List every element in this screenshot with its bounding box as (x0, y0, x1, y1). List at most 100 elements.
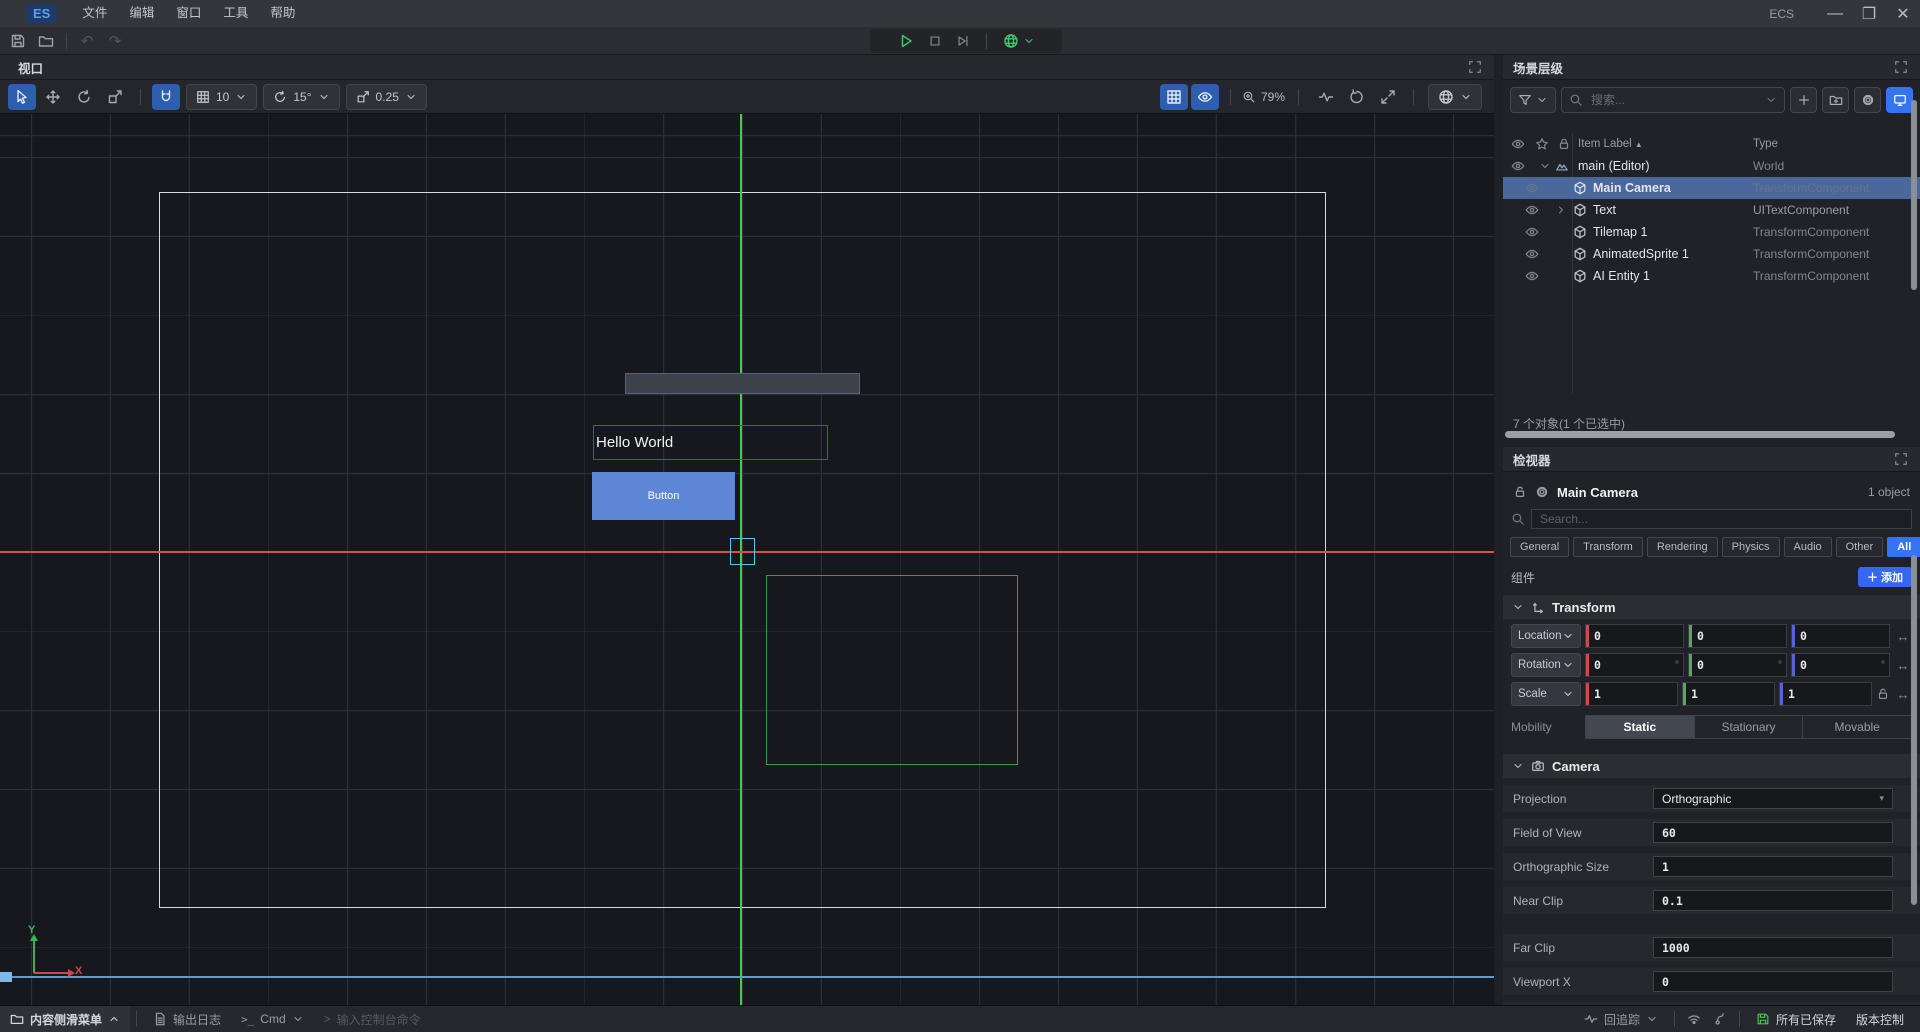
scale-z-field[interactable]: 1 (1779, 682, 1872, 706)
grid-snap-dropdown[interactable]: 10 (186, 84, 257, 110)
eye-icon[interactable] (1525, 203, 1539, 217)
rotation-y-field[interactable]: 0° (1688, 653, 1787, 677)
filter-button[interactable] (1510, 87, 1556, 113)
play-icon[interactable] (898, 33, 914, 49)
version-control-button[interactable]: 版本控制 (1846, 1006, 1920, 1032)
ui-button-element[interactable]: Button (592, 472, 735, 520)
field-of-view-input[interactable]: 60 (1653, 822, 1893, 843)
transform-section-header[interactable]: Transform (1503, 595, 1920, 619)
hierarchy-row-animatedsprite[interactable]: AnimatedSprite 1 TransformComponent (1503, 243, 1920, 265)
hierarchy-row-tilemap[interactable]: Tilemap 1 TransformComponent (1503, 221, 1920, 243)
hierarchy-search-input[interactable] (1589, 92, 1759, 108)
eye-icon[interactable] (1525, 225, 1539, 239)
near-clip-input[interactable]: 0.1 (1653, 890, 1893, 911)
visibility-toggle[interactable] (1191, 84, 1219, 110)
tab-all[interactable]: All (1887, 537, 1920, 557)
move-tool-button[interactable] (39, 84, 67, 110)
trace-dropdown[interactable]: 回追踪 (1574, 1006, 1668, 1032)
menu-tools[interactable]: 工具 (212, 0, 259, 27)
eye-icon[interactable] (1525, 181, 1539, 195)
add-component-button[interactable]: ＋ 添加 (1858, 567, 1912, 587)
tab-physics[interactable]: Physics (1722, 537, 1780, 557)
cmd-dropdown[interactable]: >_ Cmd (231, 1006, 314, 1032)
link-axes-icon[interactable]: ↔ (1894, 658, 1912, 673)
output-log-button[interactable]: 输出日志 (143, 1006, 231, 1032)
unlock-icon[interactable] (1513, 485, 1527, 499)
stop-icon[interactable] (928, 34, 942, 48)
network-status-icon[interactable] (1681, 1006, 1707, 1032)
hierarchy-row-main-camera[interactable]: Main Camera TransformComponent (1503, 177, 1920, 199)
link-axes-icon[interactable]: ↔ (1894, 687, 1912, 702)
hierarchy-row-ai-entity[interactable]: AI Entity 1 TransformComponent (1503, 265, 1920, 287)
inspector-search[interactable] (1531, 509, 1912, 529)
location-x-field[interactable]: 0 (1585, 624, 1684, 648)
mobility-movable[interactable]: Movable (1803, 716, 1911, 738)
rotation-dropdown[interactable]: Rotation (1511, 653, 1581, 677)
eye-icon[interactable] (1525, 269, 1539, 283)
link-axes-icon[interactable]: ↔ (1894, 629, 1912, 644)
eye-icon[interactable] (1511, 159, 1525, 173)
projection-select[interactable]: Orthographic▾ (1653, 788, 1893, 809)
hierarchy-row-text[interactable]: Text UITextComponent (1503, 199, 1920, 221)
expand-view-button[interactable] (1374, 84, 1402, 110)
rotation-z-field[interactable]: 0° (1791, 653, 1890, 677)
source-control-icon[interactable] (1707, 1006, 1733, 1032)
tab-audio[interactable]: Audio (1784, 537, 1832, 557)
grid-visibility-toggle[interactable] (1160, 84, 1188, 110)
far-clip-input[interactable]: 1000 (1653, 937, 1893, 958)
selected-entity-marker[interactable] (730, 538, 755, 565)
menu-help[interactable]: 帮助 (259, 0, 306, 27)
select-tool-button[interactable] (8, 84, 36, 110)
mobility-static[interactable]: Static (1586, 716, 1695, 738)
menu-edit[interactable]: 编辑 (118, 0, 165, 27)
console-command-input[interactable]: > 输入控制台命令 (314, 1006, 431, 1032)
content-drawer-button[interactable]: 内容侧滑菜单 (0, 1006, 130, 1032)
reset-view-button[interactable] (1343, 84, 1371, 110)
viewport-world-dropdown[interactable] (1428, 84, 1482, 110)
chevron-down-icon[interactable] (1539, 160, 1551, 172)
location-z-field[interactable]: 0 (1791, 624, 1890, 648)
rotate-tool-button[interactable] (70, 84, 98, 110)
ui-text-element[interactable]: Hello World (593, 425, 828, 460)
rotation-x-field[interactable]: 0° (1585, 653, 1684, 677)
scale-unlock-icon[interactable] (1876, 687, 1890, 701)
tab-rendering[interactable]: Rendering (1647, 537, 1718, 557)
camera-section-header[interactable]: Camera (1503, 754, 1920, 778)
zoom-control[interactable]: 79% (1242, 90, 1285, 104)
world-view-button[interactable] (1886, 87, 1913, 113)
scene-canvas[interactable]: Hello World Button Y X (0, 114, 1494, 1005)
app-logo[interactable]: ES (26, 4, 57, 23)
ui-panel-bar[interactable] (625, 373, 860, 394)
ui-canvas-handle[interactable] (0, 972, 12, 982)
new-folder-button[interactable] (1822, 87, 1849, 113)
hierarchy-horizontal-scrollbar[interactable] (1505, 431, 1895, 438)
world-globe-dropdown[interactable] (1003, 33, 1035, 49)
menu-window[interactable]: 窗口 (165, 0, 212, 27)
hierarchy-search[interactable] (1561, 87, 1785, 113)
inspector-vertical-scrollbar[interactable] (1911, 555, 1917, 905)
open-folder-button[interactable] (32, 28, 60, 54)
scale-y-field[interactable]: 1 (1682, 682, 1775, 706)
orthographic-size-input[interactable]: 1 (1653, 856, 1893, 877)
scale-dropdown[interactable]: Scale (1511, 682, 1581, 706)
column-item-label[interactable]: Item Label ▲ (1578, 138, 1643, 150)
location-dropdown[interactable]: Location (1511, 624, 1581, 648)
rotation-snap-dropdown[interactable]: 15° (263, 84, 339, 110)
gear-icon[interactable] (1535, 485, 1549, 499)
minimize-button[interactable]: — (1818, 0, 1852, 27)
tab-general[interactable]: General (1510, 537, 1569, 557)
scale-snap-dropdown[interactable]: 0.25 (346, 84, 427, 110)
scale-x-field[interactable]: 1 (1585, 682, 1678, 706)
save-button[interactable] (4, 28, 32, 54)
close-button[interactable]: ✕ (1886, 0, 1920, 27)
hierarchy-settings-button[interactable] (1854, 87, 1881, 113)
inspector-fullscreen-icon[interactable] (1894, 452, 1908, 466)
eye-icon[interactable] (1525, 247, 1539, 261)
chevron-right-icon[interactable] (1555, 204, 1567, 216)
column-type[interactable]: Type (1753, 138, 1778, 150)
tab-transform[interactable]: Transform (1573, 537, 1643, 557)
viewport-fullscreen-icon[interactable] (1468, 60, 1482, 74)
hierarchy-vertical-scrollbar[interactable] (1911, 100, 1917, 290)
scale-tool-button[interactable] (101, 84, 129, 110)
step-icon[interactable] (956, 34, 970, 48)
